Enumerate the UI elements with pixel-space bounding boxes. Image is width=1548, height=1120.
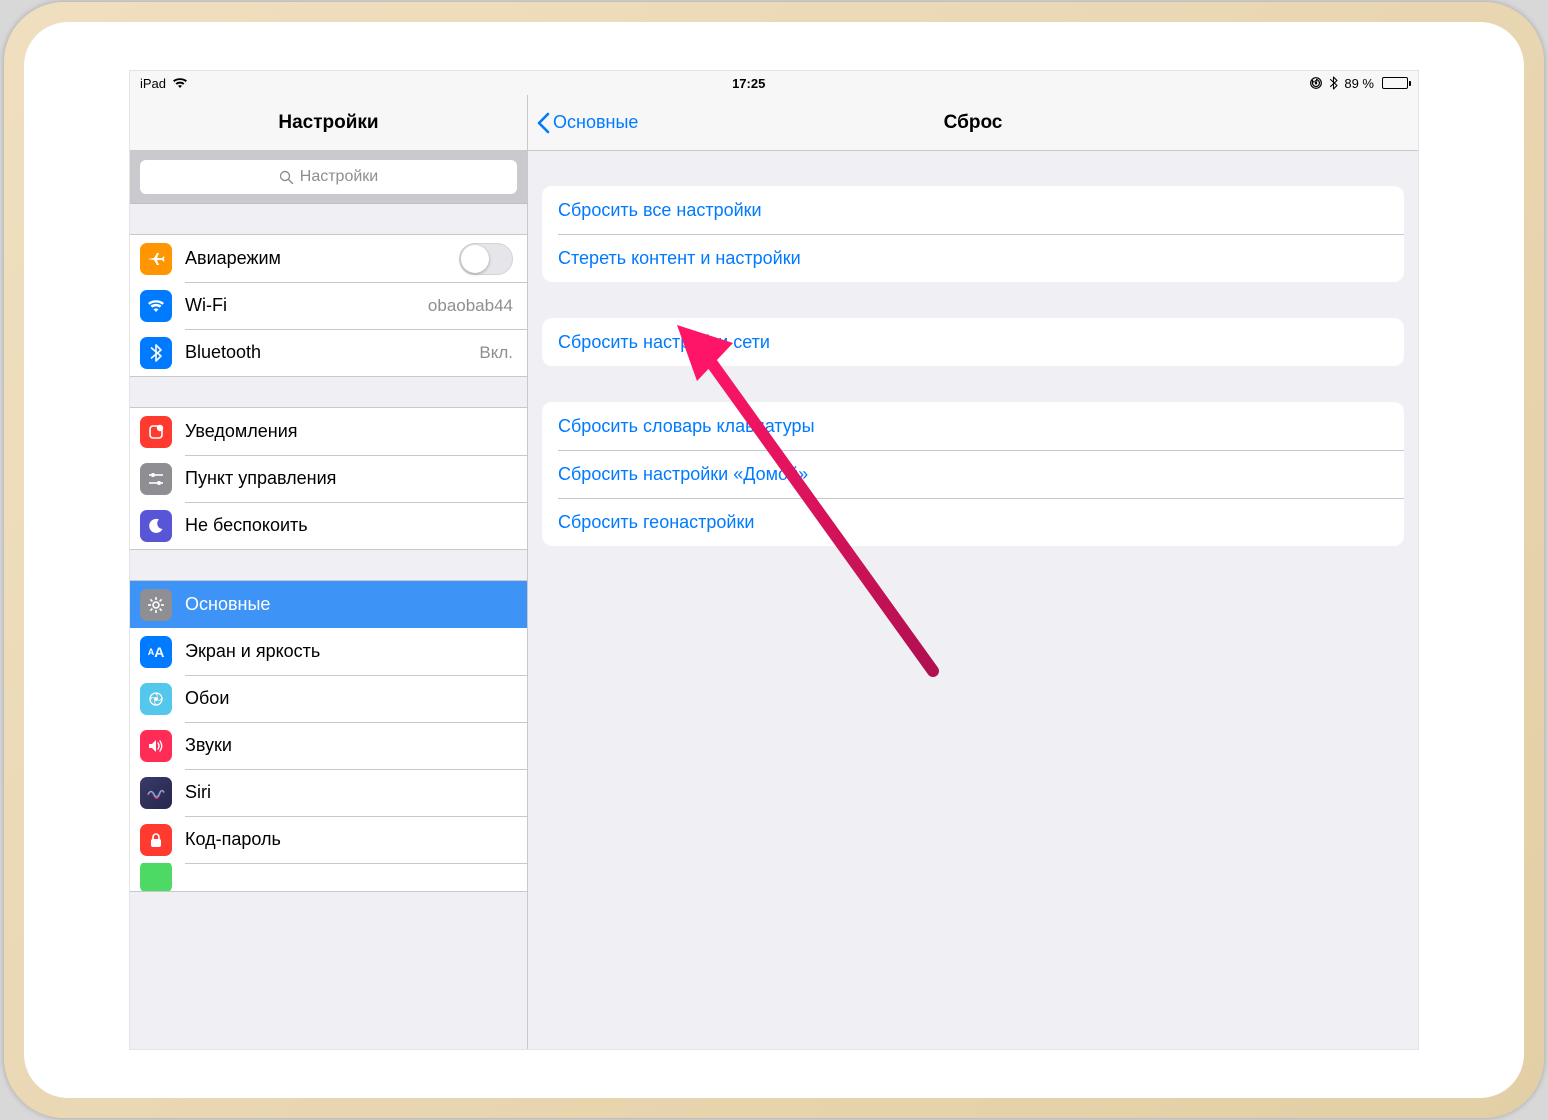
airplane-icon bbox=[140, 243, 172, 275]
drow-label: Сбросить настройки сети bbox=[558, 332, 770, 353]
detail-scroll[interactable]: Сбросить все настройки Стереть контент и… bbox=[528, 151, 1418, 1049]
bluetooth-status-icon bbox=[1329, 76, 1338, 90]
sidebar-group-connectivity: Авиарежим Wi-Fi obaobab44 bbox=[130, 234, 527, 377]
chevron-left-icon bbox=[536, 112, 551, 134]
sidebar-item-bluetooth[interactable]: Bluetooth Вкл. bbox=[130, 329, 527, 376]
sidebar-item-label: Экран и яркость bbox=[185, 641, 513, 662]
status-bar: iPad 17:25 89 % bbox=[130, 71, 1418, 95]
drow-label: Стереть контент и настройки bbox=[558, 248, 801, 269]
notifications-icon bbox=[140, 416, 172, 448]
speaker-icon bbox=[140, 730, 172, 762]
ipad-frame: iPad 17:25 89 % bbox=[4, 2, 1544, 1118]
sidebar-item-label: Основные bbox=[185, 594, 513, 615]
drow-label: Сбросить геонастройки bbox=[558, 512, 754, 533]
battery-text: 89 % bbox=[1344, 76, 1374, 91]
sidebar-item-display[interactable]: AA Экран и яркость bbox=[130, 628, 527, 675]
siri-icon bbox=[140, 777, 172, 809]
sidebar-title: Настройки bbox=[130, 95, 527, 151]
sidebar-item-passcode[interactable]: Код-пароль bbox=[130, 816, 527, 863]
sidebar-item-wifi[interactable]: Wi-Fi obaobab44 bbox=[130, 282, 527, 329]
clock: 17:25 bbox=[732, 76, 765, 91]
lock-icon bbox=[140, 824, 172, 856]
sidebar-item-siri[interactable]: Siri bbox=[130, 769, 527, 816]
reset-group-1: Сбросить все настройки Стереть контент и… bbox=[542, 186, 1404, 282]
sidebar-item-label: Bluetooth bbox=[185, 342, 479, 363]
moon-icon bbox=[140, 510, 172, 542]
sidebar-item-label: Уведомления bbox=[185, 421, 513, 442]
screen: iPad 17:25 89 % bbox=[129, 70, 1419, 1050]
sidebar-item-sounds[interactable]: Звуки bbox=[130, 722, 527, 769]
sidebar-item-label: Siri bbox=[185, 782, 513, 803]
sidebar-item-label: Wi-Fi bbox=[185, 295, 428, 316]
device-label: iPad bbox=[140, 76, 166, 91]
wifi-icon bbox=[140, 290, 172, 322]
sidebar-item-controlcenter[interactable]: Пункт управления bbox=[130, 455, 527, 502]
search-input[interactable]: Настройки bbox=[140, 160, 517, 194]
gear-icon bbox=[140, 589, 172, 621]
bluetooth-icon bbox=[140, 337, 172, 369]
wifi-status-icon bbox=[172, 77, 188, 89]
controlcenter-icon bbox=[140, 463, 172, 495]
airplane-switch[interactable] bbox=[459, 243, 513, 275]
sidebar-item-dnd[interactable]: Не беспокоить bbox=[130, 502, 527, 549]
sidebar-item-wallpaper[interactable]: Обои bbox=[130, 675, 527, 722]
sidebar-group-notifications: Уведомления Пункт управления bbox=[130, 407, 527, 550]
wallpaper-icon bbox=[140, 683, 172, 715]
search-icon bbox=[279, 170, 294, 185]
drow-label: Сбросить все настройки bbox=[558, 200, 762, 221]
display-icon: AA bbox=[140, 636, 172, 668]
sidebar-item-label: Звуки bbox=[185, 735, 513, 756]
detail-panel: Основные Сброс Сбросить все настройки Ст… bbox=[528, 95, 1418, 1049]
sidebar-item-label: Код-пароль bbox=[185, 829, 513, 850]
reset-group-2: Сбросить настройки сети bbox=[542, 318, 1404, 366]
reset-keyboard-dictionary[interactable]: Сбросить словарь клавиатуры bbox=[542, 402, 1404, 450]
sidebar-scroll[interactable]: Авиарежим Wi-Fi obaobab44 bbox=[130, 204, 527, 1049]
bluetooth-detail: Вкл. bbox=[479, 343, 513, 363]
cutoff-icon bbox=[140, 863, 172, 891]
reset-all-settings[interactable]: Сбросить все настройки bbox=[542, 186, 1404, 234]
sidebar-item-general[interactable]: Основные bbox=[130, 581, 527, 628]
sidebar-item-label: Пункт управления bbox=[185, 468, 513, 489]
reset-group-3: Сбросить словарь клавиатуры Сбросить нас… bbox=[542, 402, 1404, 546]
erase-content-settings[interactable]: Стереть контент и настройки bbox=[542, 234, 1404, 282]
sidebar-item-label: Авиарежим bbox=[185, 248, 459, 269]
back-button[interactable]: Основные bbox=[536, 95, 638, 150]
wifi-detail: obaobab44 bbox=[428, 296, 513, 316]
sidebar-item-label: Обои bbox=[185, 688, 513, 709]
drow-label: Сбросить словарь клавиатуры bbox=[558, 416, 815, 437]
reset-network-settings[interactable]: Сбросить настройки сети bbox=[542, 318, 1404, 366]
search-wrap: Настройки bbox=[130, 151, 527, 204]
reset-location-privacy[interactable]: Сбросить геонастройки bbox=[542, 498, 1404, 546]
drow-label: Сбросить настройки «Домой» bbox=[558, 464, 808, 485]
sidebar-group-general: Основные AA Экран и яркость bbox=[130, 580, 527, 892]
sidebar-item-notifications[interactable]: Уведомления bbox=[130, 408, 527, 455]
sidebar-item-airplane[interactable]: Авиарежим bbox=[130, 235, 527, 282]
back-label: Основные bbox=[553, 112, 638, 133]
detail-title: Сброс bbox=[944, 112, 1003, 134]
ipad-inner: iPad 17:25 89 % bbox=[24, 22, 1524, 1098]
settings-sidebar: Настройки Настройки bbox=[130, 95, 528, 1049]
detail-header: Основные Сброс bbox=[528, 95, 1418, 151]
search-placeholder: Настройки bbox=[300, 168, 378, 186]
sidebar-item-cutoff[interactable] bbox=[130, 863, 527, 891]
reset-home-layout[interactable]: Сбросить настройки «Домой» bbox=[542, 450, 1404, 498]
sidebar-item-label: Не беспокоить bbox=[185, 515, 513, 536]
rotation-lock-icon bbox=[1309, 76, 1323, 90]
battery-icon bbox=[1382, 77, 1408, 89]
